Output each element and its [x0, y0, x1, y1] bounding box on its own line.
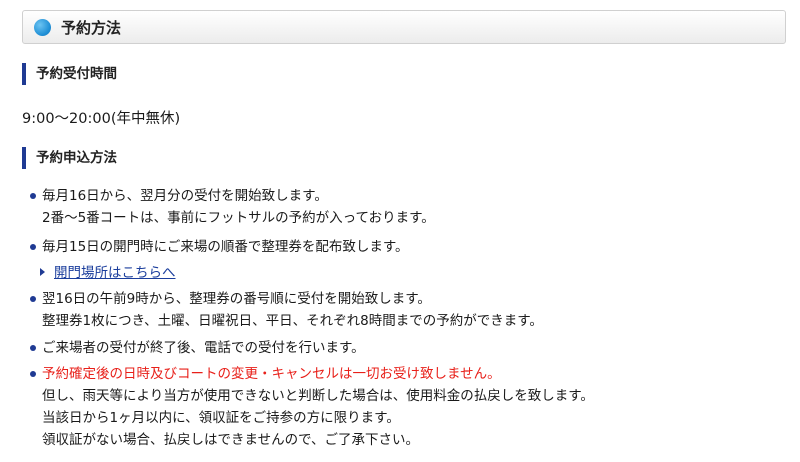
caret-right-icon: [40, 268, 45, 276]
list-item: 毎月16日から、翌月分の受付を開始致します。 2番〜5番コートは、事前にフットサ…: [30, 185, 435, 229]
bullet-icon: [30, 371, 36, 377]
bullet-icon: [30, 193, 36, 199]
list-item: ご来場者の受付が終了後、電話での受付を行います。: [30, 337, 365, 359]
blue-circle-icon: [34, 18, 51, 36]
cancellation-warning: 予約確定後の日時及びコートの変更・キャンセルは一切お受け致しません。: [42, 366, 501, 382]
bullet-icon: [30, 296, 36, 302]
reception-hours-heading: 予約受付時間: [22, 63, 117, 85]
bullet-icon: [30, 244, 36, 250]
bullet-icon: [30, 345, 36, 351]
item-line: ご来場者の受付が終了後、電話での受付を行います。: [42, 340, 365, 356]
list-item: 予約確定後の日時及びコートの変更・キャンセルは一切お受け致しません。 但し、雨天…: [30, 363, 594, 451]
section-header: 予約方法: [22, 10, 786, 44]
item-line: 但し、雨天等により当方が使用できないと判断した場合は、使用料金の払戻しを致します…: [42, 388, 594, 404]
item-line: 2番〜5番コートは、事前にフットサルの予約が入っております。: [42, 210, 435, 226]
list-item: 毎月15日の開門時にご来場の順番で整理券を配布致します。: [30, 236, 409, 258]
reception-hours-value: 9:00〜20:00(年中無休): [22, 111, 181, 127]
gate-location-link[interactable]: 開門場所はこちらへ: [54, 265, 176, 281]
item-line: 整理券1枚につき、土曜、日曜祝日、平日、それぞれ8時間までの予約ができます。: [42, 313, 543, 329]
gate-location-link-row: 開門場所はこちらへ: [40, 262, 176, 284]
page: 予約方法 予約受付時間 9:00〜20:00(年中無休) 予約申込方法 毎月16…: [0, 0, 800, 462]
item-line: 毎月15日の開門時にご来場の順番で整理券を配布致します。: [42, 239, 409, 255]
list-item: 翌16日の午前9時から、整理券の番号順に受付を開始致します。 整理券1枚につき、…: [30, 288, 543, 332]
item-line: 領収証がない場合、払戻しはできませんので、ご了承下さい。: [42, 432, 420, 448]
item-line: 当該日から1ヶ月以内に、領収証をご持参の方に限ります。: [42, 410, 400, 426]
application-method-heading: 予約申込方法: [22, 147, 117, 169]
item-line: 毎月16日から、翌月分の受付を開始致します。: [42, 188, 328, 204]
section-title: 予約方法: [61, 18, 122, 37]
item-line: 翌16日の午前9時から、整理券の番号順に受付を開始致します。: [42, 291, 431, 307]
